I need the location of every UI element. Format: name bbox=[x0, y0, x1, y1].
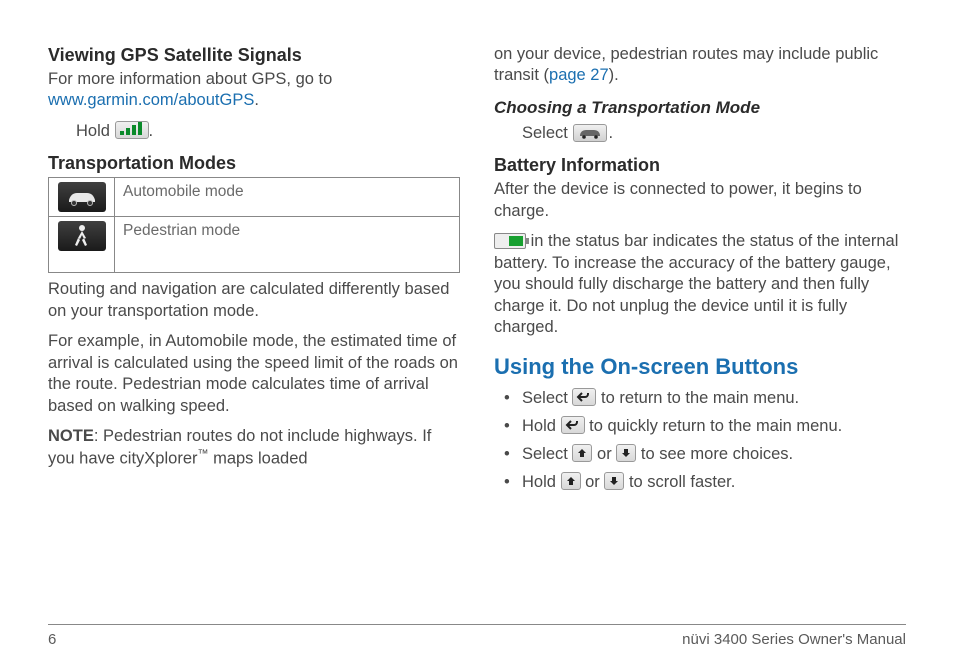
signal-bars-icon bbox=[115, 121, 149, 139]
pedestrian-icon bbox=[58, 221, 106, 251]
back-icon bbox=[561, 416, 585, 434]
select-instruction: Select . bbox=[494, 123, 906, 144]
bullet-text: Hold bbox=[522, 417, 561, 435]
note-tail: maps loaded bbox=[209, 450, 308, 468]
select-label: Select bbox=[522, 124, 572, 142]
arrow-up-icon bbox=[561, 472, 581, 490]
heading-transport: Transportation Modes bbox=[48, 152, 460, 175]
auto-label: Automobile mode bbox=[115, 178, 460, 217]
bullet-text: Select bbox=[522, 445, 572, 463]
bullet-text: Select bbox=[522, 389, 572, 407]
bullet-text: to scroll faster. bbox=[624, 473, 735, 491]
list-item: Select or to see more choices. bbox=[500, 443, 906, 465]
trademark-symbol: ™ bbox=[198, 448, 209, 460]
hold-end: . bbox=[149, 122, 154, 140]
arrow-down-icon bbox=[604, 472, 624, 490]
page-link[interactable]: page 27 bbox=[549, 66, 609, 84]
select-end: . bbox=[608, 124, 613, 142]
heading-gps: Viewing GPS Satellite Signals bbox=[48, 44, 460, 67]
table-row: Pedestrian mode bbox=[49, 217, 460, 273]
bullet-text: to see more choices. bbox=[636, 445, 793, 463]
hold-instruction: Hold . bbox=[48, 121, 460, 142]
table-row: Automobile mode bbox=[49, 178, 460, 217]
list-item: Hold to quickly return to the main menu. bbox=[500, 415, 906, 437]
ped-label: Pedestrian mode bbox=[115, 217, 460, 273]
battery-p1: After the device is connected to power, … bbox=[494, 179, 906, 222]
continuation-paragraph: on your device, pedestrian routes may in… bbox=[494, 44, 906, 87]
bullet-text: or bbox=[581, 473, 605, 491]
back-icon bbox=[572, 388, 596, 406]
bullet-text: to quickly return to the main menu. bbox=[585, 417, 843, 435]
cont-end: ). bbox=[609, 66, 619, 84]
gps-period: . bbox=[254, 91, 259, 109]
gps-link[interactable]: www.garmin.com/aboutGPS bbox=[48, 91, 254, 109]
gps-intro-paragraph: For more information about GPS, go to ww… bbox=[48, 69, 460, 112]
hold-label: Hold bbox=[76, 122, 115, 140]
content-columns: Viewing GPS Satellite Signals For more i… bbox=[48, 44, 906, 604]
arrow-down-icon bbox=[616, 444, 636, 462]
page-number: 6 bbox=[48, 631, 56, 648]
note-paragraph: NOTE: Pedestrian routes do not include h… bbox=[48, 426, 460, 470]
gps-intro-text: For more information about GPS, go to bbox=[48, 70, 332, 88]
list-item: Hold or to scroll faster. bbox=[500, 471, 906, 493]
left-column: Viewing GPS Satellite Signals For more i… bbox=[48, 44, 460, 604]
battery-icon bbox=[494, 233, 526, 249]
bullet-text: to return to the main menu. bbox=[596, 389, 799, 407]
ped-icon-cell bbox=[49, 217, 115, 273]
note-label: NOTE bbox=[48, 427, 94, 445]
page-footer: 6 nüvi 3400 Series Owner's Manual bbox=[48, 624, 906, 648]
battery-p2-text: in the status bar indicates the status o… bbox=[494, 232, 898, 336]
manual-title: nüvi 3400 Series Owner's Manual bbox=[682, 631, 906, 648]
right-column: on your device, pedestrian routes may in… bbox=[494, 44, 906, 604]
heading-battery: Battery Information bbox=[494, 154, 906, 177]
bullet-text: or bbox=[592, 445, 616, 463]
heading-choose-mode: Choosing a Transportation Mode bbox=[494, 97, 906, 119]
bullet-text: Hold bbox=[522, 473, 561, 491]
transportation-modes-table: Automobile mode Pedestrian mode bbox=[48, 177, 460, 273]
example-paragraph: For example, in Automobile mode, the est… bbox=[48, 331, 460, 417]
auto-icon-cell bbox=[49, 178, 115, 217]
car-icon bbox=[573, 124, 607, 142]
onscreen-bullet-list: Select to return to the main menu. Hold … bbox=[494, 387, 906, 494]
arrow-up-icon bbox=[572, 444, 592, 462]
car-icon bbox=[58, 182, 106, 212]
list-item: Select to return to the main menu. bbox=[500, 387, 906, 409]
routing-paragraph: Routing and navigation are calculated di… bbox=[48, 279, 460, 322]
battery-p2: in the status bar indicates the status o… bbox=[494, 231, 906, 338]
heading-onscreen-buttons: Using the On-screen Buttons bbox=[494, 353, 906, 381]
